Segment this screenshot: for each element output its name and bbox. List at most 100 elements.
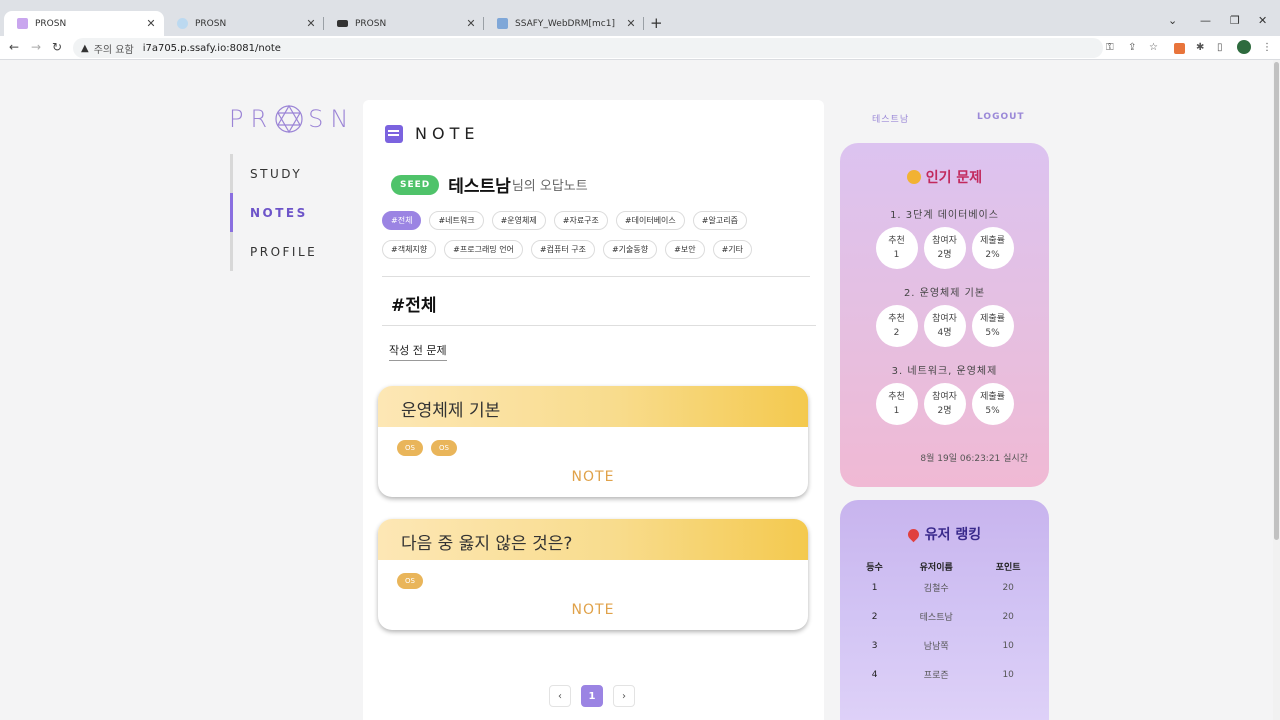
extension-icon[interactable]: [1174, 43, 1185, 54]
puzzle-extensions-icon[interactable]: ✱: [1196, 42, 1204, 53]
points-cell: 10: [1002, 640, 1014, 651]
stat-value: 2명: [937, 406, 952, 416]
popular-item-name[interactable]: 2. 운영체제 기본: [840, 284, 1049, 299]
browser-tab-2[interactable]: PROSN ✕: [164, 11, 324, 36]
category-title: #전체: [391, 296, 437, 316]
url-text[interactable]: i7a705.p.ssafy.io:8081/note: [143, 43, 281, 54]
divider: [382, 276, 810, 277]
category-chip-tech-trends[interactable]: #기술동향: [602, 240, 658, 259]
category-chip-os[interactable]: #운영체제: [491, 211, 546, 230]
popular-problems-panel: 인기 문제 1. 3단계 데이터베이스 추천 1 참여자 2명 제출률 2% 2. 운…: [840, 143, 1049, 487]
stat-recommend: 추천 1: [875, 383, 918, 425]
category-chip-computer-architecture[interactable]: #컴퓨터 구조: [530, 240, 595, 259]
popular-item[interactable]: 3. 네트워크, 운영체제 추천 1 참여자 2명 제출률 5%: [840, 362, 1049, 425]
stat-label: 추천: [888, 314, 905, 324]
close-tab-icon[interactable]: ✕: [144, 17, 158, 30]
problem-card-title[interactable]: 운영체제 기본: [378, 386, 808, 427]
stat-submit-rate: 제출률 5%: [971, 305, 1014, 347]
reload-icon[interactable]: ↻: [52, 40, 62, 54]
stat-value: 4명: [937, 328, 952, 338]
section-title: 작성 전 문제: [389, 342, 447, 361]
popular-item-name[interactable]: 3. 네트워크, 운영체제: [840, 362, 1049, 377]
ranking-table: 등수 유저이름 포인트 1 김철수 20 2 테스트남 20 3 남남쪽 10: [854, 560, 1039, 689]
stat-participants: 참여자 2명: [923, 227, 966, 269]
page-title: NOTE: [385, 124, 479, 143]
tab-title: PROSN: [35, 18, 67, 29]
back-icon[interactable]: ←: [9, 40, 19, 54]
prosn-logo[interactable]: PR SN: [229, 104, 355, 134]
write-note-button[interactable]: NOTE: [378, 602, 808, 618]
stat-value: 1: [893, 406, 900, 416]
points-cell: 20: [1002, 611, 1014, 622]
key-icon[interactable]: ⚿: [1106, 42, 1114, 53]
stat-value: 5%: [985, 406, 1000, 416]
scrollbar-thumb[interactable]: [1274, 62, 1279, 540]
table-row: 1 김철수 20: [854, 573, 1039, 602]
category-chip-database[interactable]: #데이터베이스: [615, 211, 685, 230]
tab-title: PROSN: [195, 18, 227, 29]
security-warning-label[interactable]: 주의 요함: [94, 41, 134, 56]
stat-label: 제출률: [980, 314, 1005, 324]
popular-item[interactable]: 1. 3단계 데이터베이스 추천 1 참여자 2명 제출률 2%: [840, 206, 1049, 269]
sidebar-nav: STUDY NOTES PROFILE: [230, 154, 360, 271]
category-chip-all[interactable]: #전체: [382, 211, 422, 230]
browser-tab-bar: PROSN ✕ PROSN ✕ PROSN ✕ SSAFY_WebDRM[mc1…: [0, 0, 1280, 36]
react-favicon-icon: [177, 18, 188, 29]
category-chip-etc[interactable]: #기타: [712, 240, 752, 259]
stat-label: 추천: [888, 236, 905, 246]
page-button-current[interactable]: 1: [581, 685, 603, 707]
close-window-icon[interactable]: ✕: [1258, 14, 1267, 27]
close-tab-icon[interactable]: ✕: [464, 17, 478, 30]
ranking-title: 유저 랭킹: [840, 524, 1049, 544]
url-field[interactable]: ▲ 주의 요함 i7a705.p.ssafy.io:8081/note: [73, 38, 1103, 58]
bookmark-star-icon[interactable]: ☆: [1149, 42, 1158, 53]
category-chip-programming-language[interactable]: #프로그래밍 언어: [444, 240, 523, 259]
profile-avatar[interactable]: [1237, 40, 1251, 54]
user-header: SEED 테스트남 님의 오답노트: [391, 172, 588, 197]
tab-search-chevron-icon[interactable]: ⌄: [1168, 14, 1177, 27]
menu-kebab-icon[interactable]: ⋮: [1262, 42, 1272, 53]
category-chip-security[interactable]: #보안: [665, 240, 705, 259]
forward-icon[interactable]: →: [31, 40, 41, 54]
category-chip-network[interactable]: #네트워크: [429, 211, 484, 230]
popular-item-name[interactable]: 1. 3단계 데이터베이스: [840, 206, 1049, 221]
close-tab-icon[interactable]: ✕: [304, 17, 318, 30]
erd-favicon-icon: [337, 20, 348, 27]
points-cell: 20: [1002, 582, 1014, 593]
prev-page-button[interactable]: ‹: [549, 685, 571, 707]
ranking-header-name: 유저이름: [919, 563, 953, 573]
stat-value: 5%: [985, 328, 1000, 338]
username-cell: 남남쪽: [923, 642, 949, 652]
sidebar-item-notes[interactable]: NOTES: [230, 193, 360, 232]
share-icon[interactable]: ⇪: [1128, 42, 1136, 53]
stat-participants: 참여자 2명: [923, 383, 966, 425]
browser-tab-4[interactable]: SSAFY_WebDRM[mc1] ✕: [484, 11, 644, 36]
restore-icon[interactable]: ❐: [1230, 14, 1240, 27]
username-suffix: 님의 오답노트: [511, 179, 588, 194]
write-note-button[interactable]: NOTE: [378, 469, 808, 485]
sidebar-item-study[interactable]: STUDY: [230, 154, 360, 193]
sidebar-item-profile[interactable]: PROFILE: [230, 232, 360, 271]
table-row: 2 테스트남 20: [854, 602, 1039, 631]
logout-button[interactable]: LOGOUT: [977, 112, 1025, 122]
minimize-icon[interactable]: —: [1200, 14, 1211, 27]
side-panel-icon[interactable]: ▯: [1217, 42, 1223, 53]
new-tab-icon[interactable]: +: [650, 14, 663, 32]
next-page-button[interactable]: ›: [613, 685, 635, 707]
problem-card[interactable]: 다음 중 옳지 않은 것은? OS NOTE: [378, 519, 808, 630]
browser-tab-1[interactable]: PROSN ✕: [4, 11, 164, 36]
warning-icon[interactable]: ▲: [81, 43, 89, 54]
close-tab-icon[interactable]: ✕: [624, 17, 638, 30]
problem-card-title[interactable]: 다음 중 옳지 않은 것은?: [378, 519, 808, 560]
user-profile-link[interactable]: 테스트남: [872, 112, 909, 125]
category-chip-algorithm[interactable]: #알고리즘: [692, 211, 747, 230]
page-scrollbar[interactable]: [1273, 60, 1280, 720]
problem-card[interactable]: 운영체제 기본 OS OS NOTE: [378, 386, 808, 497]
category-chip-data-structure[interactable]: #자료구조: [553, 211, 608, 230]
popular-item[interactable]: 2. 운영체제 기본 추천 2 참여자 4명 제출률 5%: [840, 284, 1049, 347]
stat-label: 참여자: [932, 392, 957, 402]
browser-tab-3[interactable]: PROSN ✕: [324, 11, 484, 36]
username-cell: 김철수: [923, 584, 949, 594]
category-filter: #전체 #네트워크 #운영체제 #자료구조 #데이터베이스 #알고리즘 #객체지…: [382, 211, 802, 269]
category-chip-oop[interactable]: #객체지향: [382, 240, 437, 259]
